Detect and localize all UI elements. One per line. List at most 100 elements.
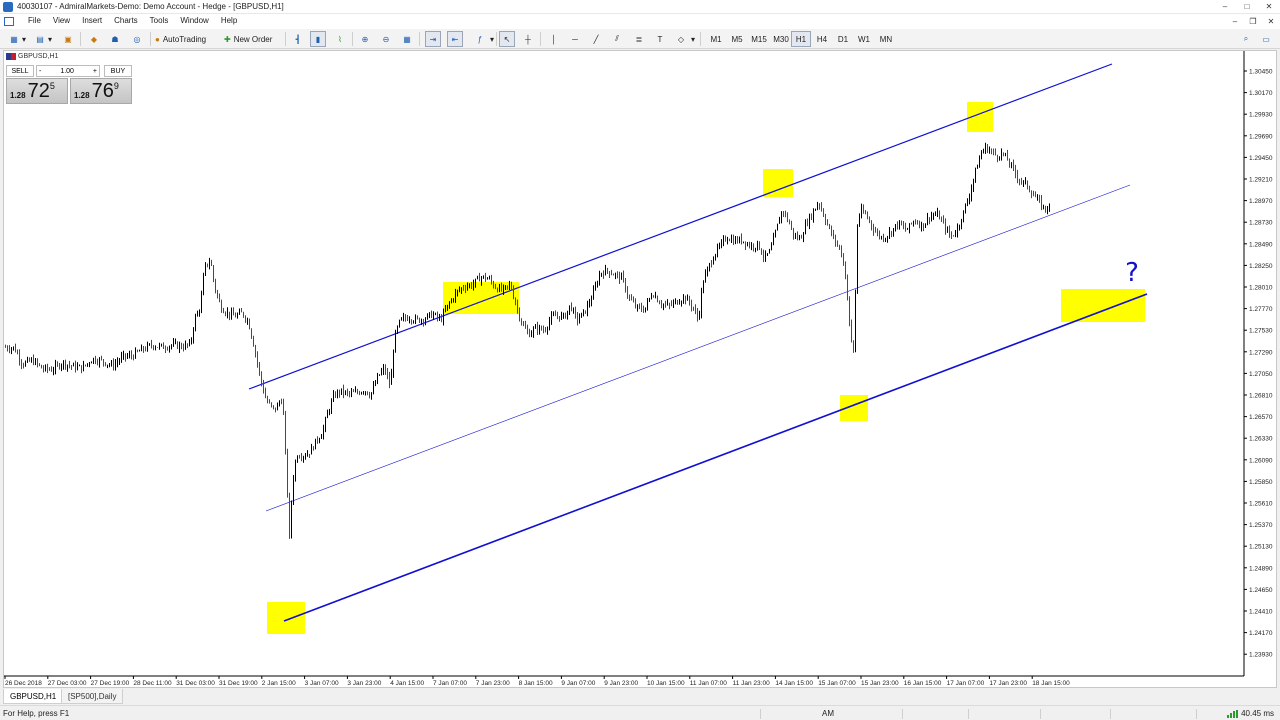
vertical-line-icon[interactable]: │ [546,31,562,47]
x-tick-label: 10 Jan 15:00 [647,680,685,687]
timeframe-m15[interactable]: M15 [748,31,770,47]
horizontal-line-icon[interactable]: ─ [567,31,583,47]
highlight-box-1[interactable] [267,602,305,634]
timeframe-w1[interactable]: W1 [854,31,874,47]
x-tick-label: 17 Jan 23:00 [989,680,1027,687]
chevron-down-icon[interactable]: ▾ [20,31,28,47]
bar-chart-icon[interactable]: ┫ [290,31,306,47]
y-tick-label: 1.27530 [1249,328,1273,335]
timeframe-h1[interactable]: H1 [791,31,811,47]
lot-size-value[interactable]: 1.00 [41,68,93,75]
chart-shift-icon[interactable]: ⇤ [447,31,463,47]
symbol-text: GBPUSD,H1 [18,53,59,60]
y-tick-label: 1.25130 [1249,544,1273,551]
x-tick-label: 15 Jan 07:00 [818,680,856,687]
cursor-icon[interactable]: ↖ [499,31,515,47]
x-tick-label: 31 Dec 03:00 [176,680,215,687]
price-chart[interactable]: 1.30450 1.30170 1.29930 1.29690 1.29450 1.292… [4,51,1277,688]
chart-window[interactable]: 1.30450 1.30170 1.29930 1.29690 1.29450 1.292… [3,50,1277,688]
menu-tools[interactable]: Tools [144,16,175,25]
chart-tabs-bar: GBPUSD,H1 [SP500],Daily [0,689,1280,705]
navigator-icon[interactable]: ☗ [107,31,123,47]
chevron-down-icon[interactable]: ▾ [488,31,496,47]
tab-sp500-daily[interactable]: [SP500],Daily [61,689,124,704]
trendline-icon[interactable]: ╱ [588,31,604,47]
close-button[interactable]: ✕ [1258,0,1280,13]
buy-button[interactable]: BUY [104,65,132,77]
timeframe-m30[interactable]: M30 [770,31,792,47]
y-tick-label: 1.30170 [1249,90,1273,97]
symbol-label: GBPUSD,H1 [6,53,58,60]
bid-price-button[interactable]: 1.28 72 5 [6,78,68,104]
chart-minimize-button[interactable]: – [1226,14,1244,28]
shapes-icon[interactable]: ◇ [673,31,689,47]
lower-channel-line[interactable] [283,293,1148,622]
menu-view[interactable]: View [47,16,76,25]
one-click-trading-panel: SELL - 1.00 + BUY 1.28 72 5 1.28 76 9 [6,65,132,105]
autotrading-button[interactable]: ● AutoTrading [155,31,217,47]
question-mark-annotation: ? [1125,258,1139,288]
timeframe-mn[interactable]: MN [875,31,897,47]
menu-help[interactable]: Help [215,16,243,25]
timeframe-h4[interactable]: H4 [812,31,832,47]
highlight-box-3[interactable] [763,169,793,197]
menu-window[interactable]: Window [174,16,214,25]
timeframe-m1[interactable]: M1 [706,31,726,47]
lot-increase-button[interactable]: + [93,68,97,75]
gbpusd-flag-icon [6,53,16,60]
minimize-button[interactable]: – [1214,0,1236,13]
tile-windows-icon[interactable]: ▦ [399,31,415,47]
chart-restore-button[interactable]: ❐ [1244,14,1262,28]
chevron-down-icon[interactable]: ▾ [689,31,697,47]
sell-button[interactable]: SELL [6,65,34,77]
auto-scroll-icon[interactable]: ⇥ [425,31,441,47]
x-tick-label: 26 Dec 2018 [5,680,42,687]
terminal-icon[interactable]: ◎ [129,31,145,47]
chart-close-button[interactable]: ✕ [1262,14,1280,28]
new-order-label: New Order [233,34,273,44]
y-tick-label: 1.24650 [1249,587,1273,594]
fibonacci-icon[interactable]: ≣ [631,31,647,47]
connection-status[interactable]: 40.45 ms [1227,709,1274,718]
data-window-icon[interactable]: ◆ [86,31,102,47]
latency-text: 40.45 ms [1241,709,1274,718]
text-icon[interactable]: T [652,31,668,47]
x-tick-label: 9 Jan 07:00 [561,680,595,687]
candlestick-chart-icon[interactable]: ▮ [310,31,326,47]
timeframe-m5[interactable]: M5 [727,31,747,47]
search-icon[interactable]: ⌕ [1238,31,1254,47]
highlight-box-6[interactable] [1061,289,1145,322]
line-chart-icon[interactable]: ⌇ [332,31,348,47]
autotrading-icon: ● [155,34,160,44]
title-bar: 40030107 - AdmiralMarkets-Demo: Demo Acc… [0,0,1280,14]
new-order-icon: ✚ [224,34,231,44]
menu-insert[interactable]: Insert [76,16,108,25]
menu-charts[interactable]: Charts [108,16,144,25]
chevron-down-icon[interactable]: ▾ [46,31,54,47]
maximize-button[interactable]: □ [1236,0,1258,13]
tab-gbpusd-h1[interactable]: GBPUSD,H1 [3,689,64,704]
y-tick-label: 1.28490 [1249,241,1273,248]
bid-price-fraction: 5 [49,81,55,91]
zoom-out-icon[interactable]: ⊖ [378,31,394,47]
y-tick-label: 1.26570 [1249,414,1273,421]
ask-price-button[interactable]: 1.28 76 9 [70,78,132,104]
chat-icon[interactable]: ▭ [1258,31,1274,47]
upper-channel-line[interactable] [248,63,1113,390]
y-tick-label: 1.27050 [1249,371,1273,378]
new-order-button[interactable]: ✚ New Order [224,31,280,47]
market-watch-icon[interactable]: ▣ [60,31,76,47]
crosshair-icon[interactable]: ┼ [520,31,536,47]
lot-size-field[interactable]: - 1.00 + [36,65,100,77]
menu-file[interactable]: File [22,16,47,25]
timeframe-d1[interactable]: D1 [833,31,853,47]
x-tick-label: 14 Jan 15:00 [775,680,813,687]
y-tick-label: 1.24410 [1249,609,1273,616]
channel-icon[interactable]: ⫽ [609,31,625,47]
zoom-in-icon[interactable]: ⊕ [357,31,373,47]
menu-bar: File View Insert Charts Tools Window Hel… [0,14,1280,29]
y-tick-label: 1.26090 [1249,457,1273,464]
y-tick-label: 1.29690 [1249,133,1273,140]
indicators-icon[interactable]: ƒ [472,31,488,47]
autotrading-label: AutoTrading [162,34,207,44]
